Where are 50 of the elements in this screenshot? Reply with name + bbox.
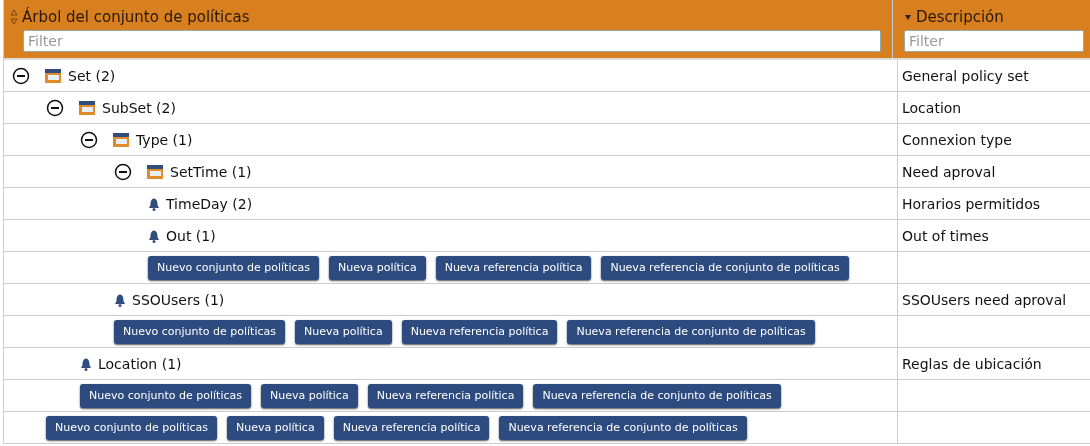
bell-icon (80, 356, 92, 371)
bell-icon (148, 196, 160, 211)
description-cell: General policy set (902, 67, 1029, 84)
tree-node-label[interactable]: Location (1) (98, 355, 182, 372)
action-button[interactable]: Nueva referencia de conjunto de políticas (601, 255, 849, 280)
filter-field[interactable]: Filter (904, 30, 1084, 52)
description-cell: Out of times (902, 227, 989, 244)
action-button[interactable]: Nueva política (260, 383, 358, 408)
column-header[interactable]: Árbol del conjunto de políticas (22, 8, 250, 26)
description-cell: Reglas de ubicación (902, 355, 1042, 372)
filter-field[interactable]: Filter (23, 30, 881, 52)
action-button[interactable]: Nueva referencia de conjunto de políticas (567, 319, 815, 344)
collapse-icon[interactable] (46, 98, 64, 117)
action-button[interactable]: Nueva referencia política (401, 319, 558, 344)
bell-icon (114, 292, 126, 307)
tree-node-label[interactable]: SSOUsers (1) (132, 291, 225, 308)
action-button[interactable]: Nueva referencia política (435, 255, 592, 280)
folder-icon (146, 163, 164, 180)
folder-icon (112, 131, 130, 148)
action-button[interactable]: Nueva referencia de conjunto de políticas (499, 415, 747, 440)
action-button[interactable]: Nueva política (294, 319, 392, 344)
collapse-icon[interactable] (80, 130, 98, 149)
folder-icon (78, 99, 96, 116)
tree-node-label[interactable]: TimeDay (2) (166, 195, 253, 212)
folder-icon (44, 67, 62, 84)
description-cell: SSOUsers need aproval (902, 291, 1067, 308)
action-button[interactable]: Nueva referencia de conjunto de políticas (533, 383, 781, 408)
collapse-icon[interactable] (114, 162, 132, 181)
tree-node-label[interactable]: Type (1) (136, 131, 193, 148)
tree-node-label[interactable]: Set (2) (68, 67, 116, 84)
description-cell: Horarios permitidos (902, 195, 1041, 212)
tree-node-label[interactable]: SetTime (1) (170, 163, 252, 180)
action-button[interactable]: Nueva política (328, 255, 426, 280)
description-cell: Connexion type (902, 131, 1012, 148)
action-button[interactable]: Nuevo conjunto de políticas (80, 383, 251, 408)
action-button[interactable]: Nueva política (226, 415, 324, 440)
column-header[interactable]: Descripción (916, 8, 1004, 26)
action-button[interactable]: Nueva referencia política (333, 415, 490, 440)
description-cell: Need aproval (902, 163, 996, 180)
description-cell: Location (902, 99, 962, 116)
action-button[interactable]: Nuevo conjunto de políticas (46, 415, 217, 440)
action-button[interactable]: Nueva referencia política (367, 383, 524, 408)
tree-node-label[interactable]: SubSet (2) (102, 99, 176, 116)
action-button[interactable]: Nuevo conjunto de políticas (114, 319, 285, 344)
sort-descending-icon[interactable] (904, 13, 912, 21)
collapse-icon[interactable] (12, 66, 30, 85)
bell-icon (148, 228, 160, 243)
sort-icon[interactable] (10, 9, 18, 25)
action-button[interactable]: Nuevo conjunto de políticas (148, 255, 319, 280)
tree-node-label[interactable]: Out (1) (166, 227, 216, 244)
